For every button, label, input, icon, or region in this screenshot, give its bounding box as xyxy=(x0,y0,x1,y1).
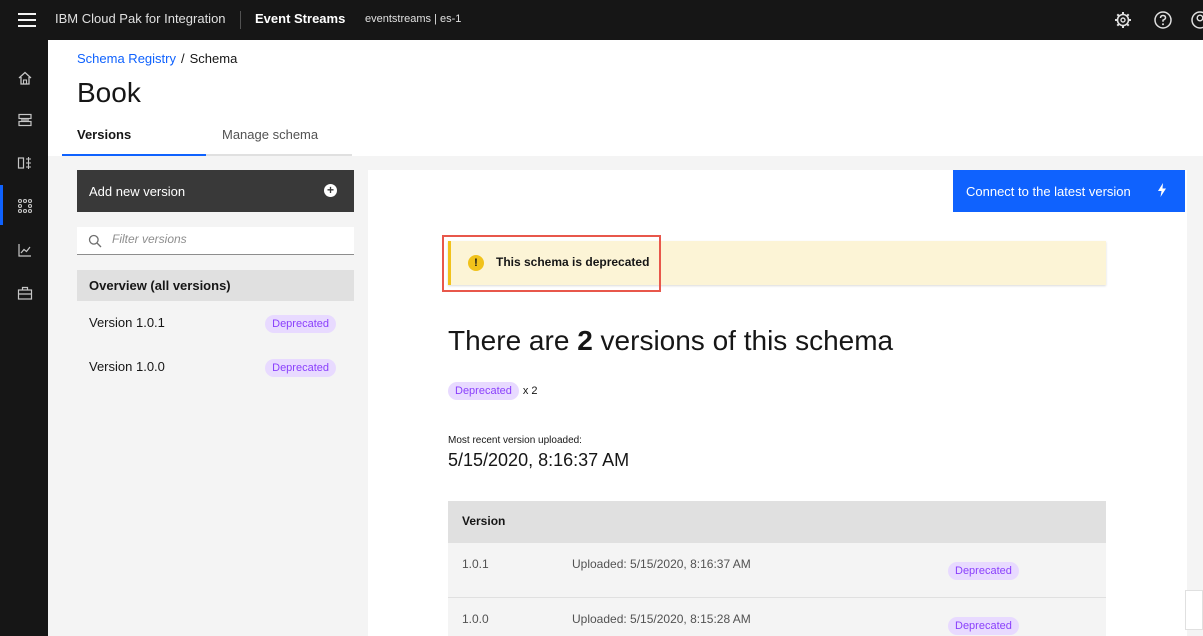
side-nav-rail xyxy=(0,40,48,636)
app-name[interactable]: Event Streams xyxy=(255,11,345,26)
breadcrumb-separator: / xyxy=(180,51,185,66)
deprecated-summary: Deprecated x 2 xyxy=(448,382,538,400)
add-new-version-label: Add new version xyxy=(89,184,186,199)
version-list: Overview (all versions) Version 1.0.1 De… xyxy=(77,270,354,389)
settings-gear-icon[interactable] xyxy=(1113,10,1133,30)
heading-prefix: There are xyxy=(448,325,570,356)
version-list-item-overview[interactable]: Overview (all versions) xyxy=(77,270,354,301)
connect-button-label: Connect to the latest version xyxy=(966,184,1131,199)
add-new-version-button[interactable]: Add new version + xyxy=(77,170,354,212)
side-panel-toggle[interactable] xyxy=(1185,590,1203,630)
monitoring-chart-icon[interactable] xyxy=(17,242,33,258)
search-icon xyxy=(88,234,102,248)
product-name[interactable]: IBM Cloud Pak for Integration xyxy=(55,11,226,26)
row-version: 1.0.0 xyxy=(462,612,489,626)
breadcrumb-schema-registry-link[interactable]: Schema Registry xyxy=(77,51,176,66)
table-header: Version xyxy=(448,501,1106,543)
heading-suffix: versions of this schema xyxy=(600,325,894,356)
user-icon[interactable] xyxy=(1190,10,1203,30)
deprecated-tag: Deprecated xyxy=(948,562,1019,580)
recent-upload-value: 5/15/2020, 8:16:37 AM xyxy=(448,450,630,470)
topics-icon[interactable] xyxy=(17,112,33,128)
version-list-item-1-0-0[interactable]: Version 1.0.0 Deprecated xyxy=(77,345,354,389)
recent-upload-label: Most recent version uploaded: xyxy=(448,435,582,446)
version-list-item-label: Version 1.0.0 xyxy=(89,359,165,374)
versions-table: Version 1.0.1 Uploaded: 5/15/2020, 8:16:… xyxy=(448,501,1106,636)
table-row[interactable]: 1.0.0 Uploaded: 5/15/2020, 8:15:28 AM De… xyxy=(448,598,1106,636)
consumer-groups-icon[interactable] xyxy=(17,155,33,171)
filter-versions-field xyxy=(77,227,354,255)
active-nav-indicator xyxy=(0,185,3,225)
main-panel: Connect to the latest version ! This sch… xyxy=(368,170,1187,636)
active-tab-indicator xyxy=(62,154,206,156)
connect-latest-version-button[interactable]: Connect to the latest version xyxy=(953,170,1185,212)
header-divider xyxy=(240,11,241,29)
breadcrumb-current: Schema xyxy=(189,51,238,66)
filter-versions-input[interactable] xyxy=(112,232,332,246)
version-count: 2 xyxy=(577,325,593,356)
versions-count-heading: There are 2 versions of this schema xyxy=(448,325,893,357)
deprecated-tag: Deprecated xyxy=(265,359,336,377)
row-version: 1.0.1 xyxy=(462,557,489,571)
tab-versions[interactable]: Versions xyxy=(77,127,131,142)
schema-registry-icon[interactable] xyxy=(17,198,33,214)
tab-manage-schema[interactable]: Manage schema xyxy=(222,127,318,142)
version-list-item-label: Overview (all versions) xyxy=(89,278,231,293)
deprecated-tag: Deprecated xyxy=(265,315,336,333)
page-header: Schema Registry / Schema Book Versions Man… xyxy=(48,40,1203,156)
lightning-bolt-icon xyxy=(1157,183,1167,200)
row-uploaded: Uploaded: 5/15/2020, 8:16:37 AM xyxy=(572,557,751,571)
tab-list: Versions Manage schema xyxy=(62,124,352,156)
row-uploaded: Uploaded: 5/15/2020, 8:15:28 AM xyxy=(572,612,751,626)
deprecated-count: x 2 xyxy=(522,385,538,397)
top-bar: IBM Cloud Pak for Integration Event Stre… xyxy=(0,0,1203,40)
hamburger-menu-icon[interactable] xyxy=(18,13,36,27)
column-header-version: Version xyxy=(462,514,506,528)
breadcrumb: Schema Registry / Schema xyxy=(77,51,237,66)
version-list-item-1-0-1[interactable]: Version 1.0.1 Deprecated xyxy=(77,301,354,345)
add-circle-icon: + xyxy=(324,184,337,197)
home-icon[interactable] xyxy=(17,70,33,86)
toolbox-icon[interactable] xyxy=(17,285,33,301)
deprecated-tag: Deprecated xyxy=(948,617,1019,635)
deprecated-tag: Deprecated xyxy=(448,382,519,400)
annotation-highlight-box xyxy=(442,235,661,292)
table-row[interactable]: 1.0.1 Uploaded: 5/15/2020, 8:16:37 AM De… xyxy=(448,543,1106,598)
version-list-item-label: Version 1.0.1 xyxy=(89,315,165,330)
page-title: Book xyxy=(77,77,141,108)
help-icon[interactable] xyxy=(1153,10,1173,30)
instance-name: eventstreams | es-1 xyxy=(365,13,462,25)
